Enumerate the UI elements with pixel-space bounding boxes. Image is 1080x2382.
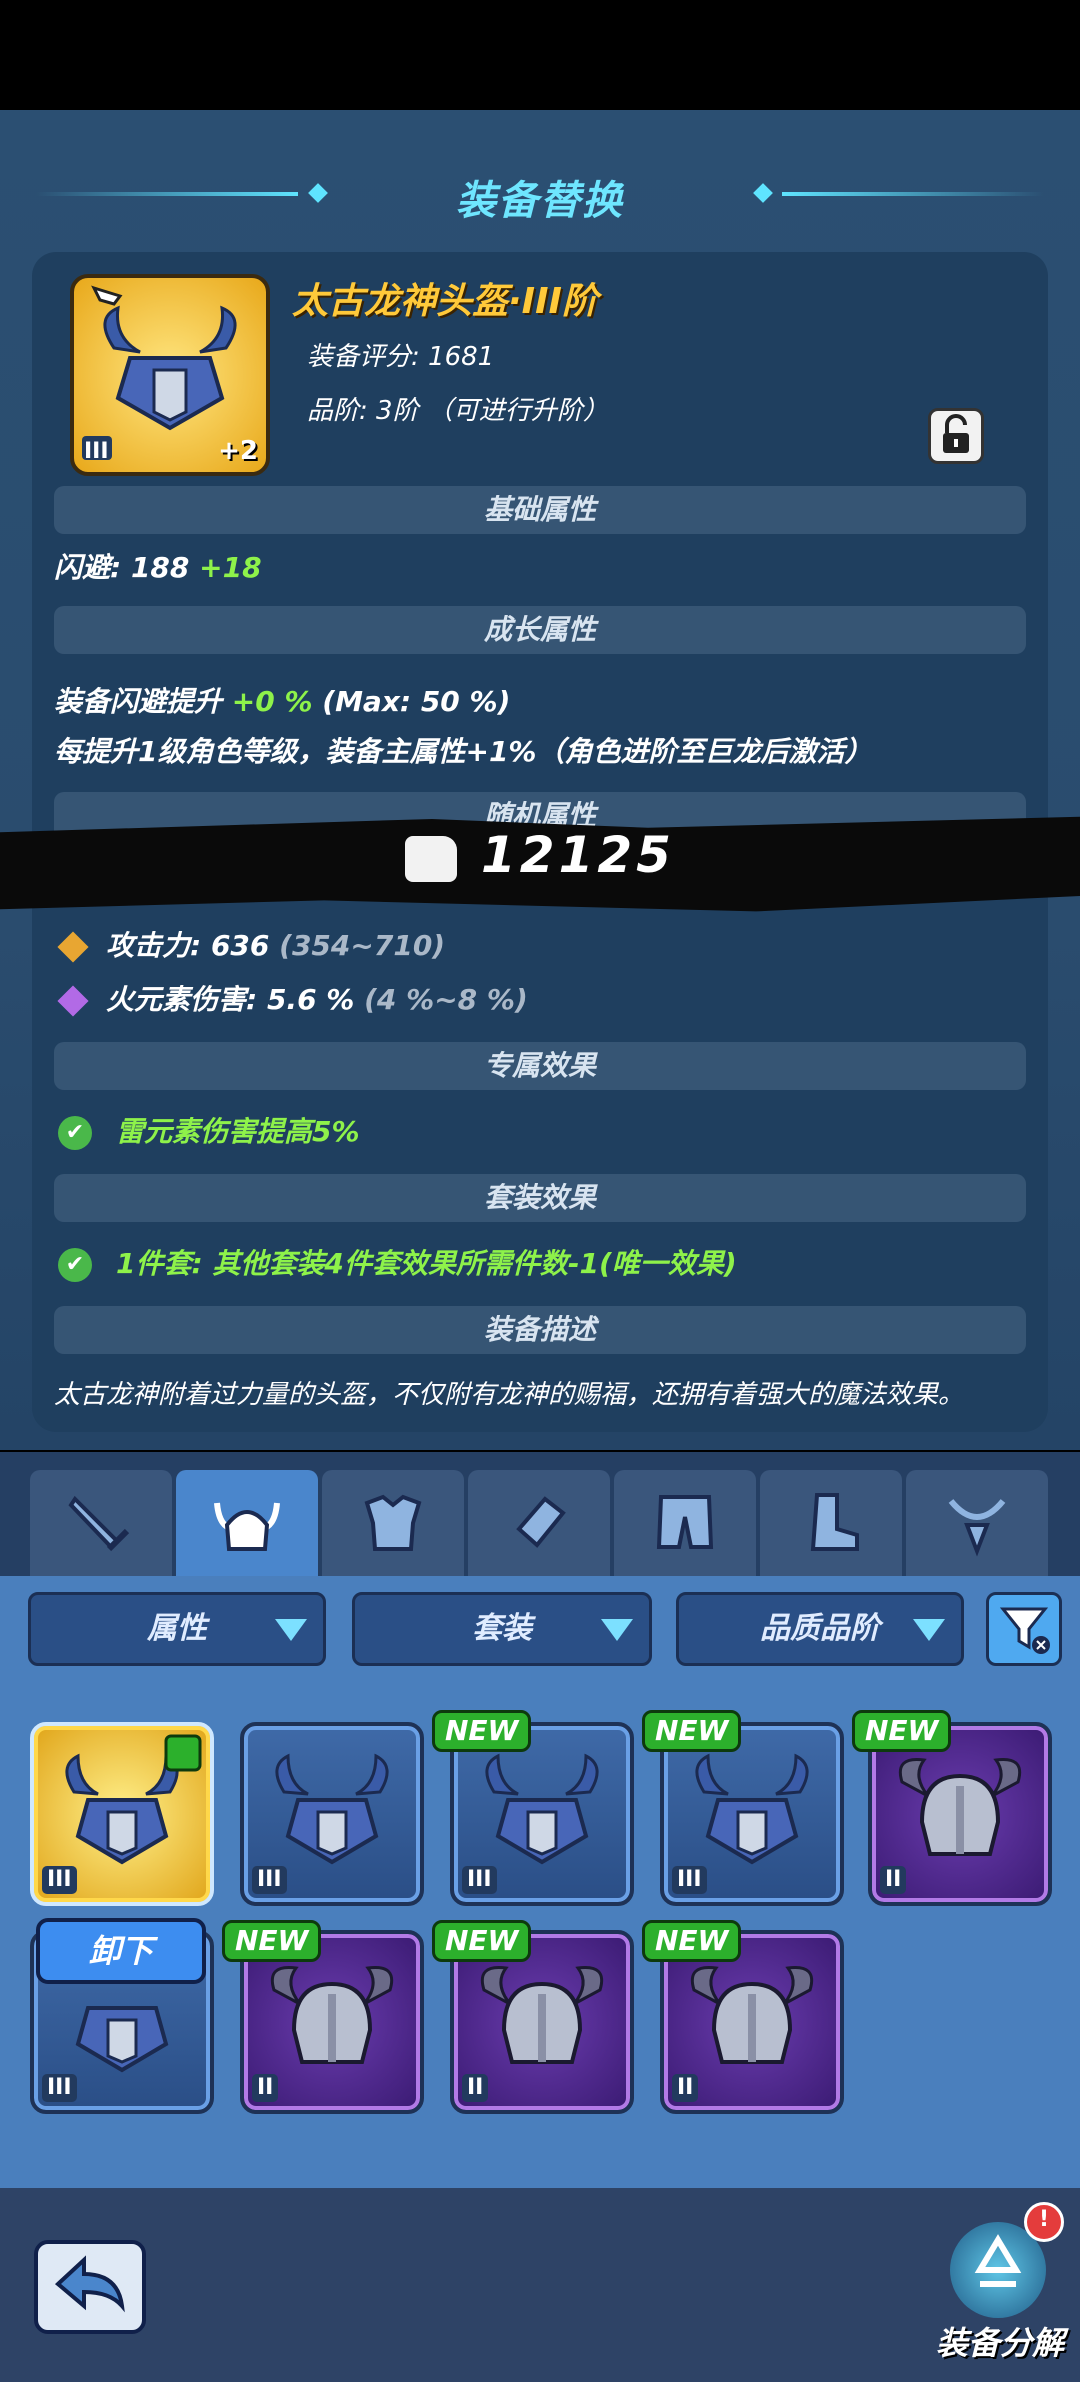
new-badge: NEW: [642, 1920, 742, 1962]
title-line-right: [782, 192, 1044, 196]
new-badge: NEW: [642, 1710, 742, 1752]
exclusive-effect-text: 雷元素伤害提高5%: [116, 1115, 360, 1148]
set-filter-dropdown[interactable]: 套装: [352, 1592, 652, 1666]
section-set-effect: 套装效果: [54, 1174, 1026, 1222]
orange-gem-icon: [57, 931, 89, 963]
chevron-down-icon: [913, 1619, 945, 1641]
inventory-slot[interactable]: III: [240, 1722, 424, 1906]
page-title: 装备替换: [456, 178, 624, 224]
fist-icon: [405, 835, 458, 882]
inventory-slot-equipped[interactable]: III: [30, 1722, 214, 1906]
unequip-button[interactable]: 卸下: [36, 1918, 206, 1984]
item-description: 太古龙神附着过力量的头盔，不仅附有龙神的赐福，还拥有着强大的魔法效果。: [54, 1380, 965, 1410]
section-exclusive-effect: 专属效果: [54, 1042, 1026, 1090]
tab-weapon[interactable]: [30, 1470, 172, 1576]
unlock-icon: [943, 414, 969, 453]
sword-icon: [68, 1495, 130, 1552]
stat-fire-damage: 火元素伤害: 5.6 % (4 %~8 %): [57, 978, 528, 1018]
back-arrow-icon: [54, 2255, 125, 2313]
tab-necklace[interactable]: [906, 1470, 1048, 1576]
slot-tier: III: [462, 1866, 497, 1894]
growth-line-2: 每提升1级角色等级，装备主属性+1%（角色进阶至巨龙后激活）: [54, 735, 873, 768]
slot-tier: III: [672, 1866, 707, 1894]
stat-dodge: 闪避: 188 +18: [54, 546, 262, 586]
tab-bracer[interactable]: [468, 1470, 610, 1576]
bracer-icon: [516, 1496, 566, 1548]
tab-helmet[interactable]: [176, 1470, 318, 1576]
set-effect-text: 1件套: 其他套装4件套效果所需件数-1(唯一效果): [116, 1247, 737, 1280]
title-row: 装备替换: [0, 150, 1080, 240]
set-filter-label: 套装: [472, 1611, 532, 1646]
set-effect: ✔ 1件套: 其他套装4件套效果所需件数-1(唯一效果): [58, 1242, 737, 1282]
section-growth-attributes: 成长属性: [54, 606, 1026, 654]
stat-dodge-value: 闪避: 188: [54, 551, 190, 584]
attribute-filter-label: 属性: [147, 1611, 207, 1646]
section-description: 装备描述: [54, 1306, 1026, 1354]
stat-attack: 攻击力: 636 (354~710): [57, 924, 446, 964]
tab-pants[interactable]: [614, 1470, 756, 1576]
check-icon: ✔: [58, 1116, 92, 1150]
combat-power-value: 12125: [481, 826, 675, 884]
growth-line-1: 装备闪避提升 +0 % (Max: 50 %): [54, 680, 510, 720]
tab-boots[interactable]: [760, 1470, 902, 1576]
section-base-attributes: 基础属性: [54, 486, 1026, 534]
boots-icon: [810, 1493, 859, 1551]
bottom-bar: [0, 2188, 1080, 2382]
item-icon-frame: III +2: [70, 274, 270, 476]
pants-icon: [656, 1495, 714, 1549]
notification-badge: !: [1024, 2202, 1064, 2242]
lock-button[interactable]: [928, 408, 984, 464]
stat-fire-value: 火元素伤害: 5.6 %: [106, 983, 355, 1016]
top-bar: [0, 0, 1080, 110]
exclusive-effect: ✔ 雷元素伤害提高5%: [58, 1110, 360, 1150]
growth-line-1-bonus: +0 %: [231, 685, 313, 718]
growth-line-1-label: 装备闪避提升: [54, 685, 223, 718]
quality-filter-dropdown[interactable]: 品质品阶: [676, 1592, 964, 1666]
slot-tier: III: [42, 1866, 77, 1894]
check-icon: ✔: [58, 1248, 92, 1282]
combat-power: 12125: [0, 826, 1080, 884]
growth-line-1-max: (Max: 50 %): [322, 685, 511, 718]
new-badge: NEW: [432, 1710, 532, 1752]
decompose-label[interactable]: 装备分解: [920, 2318, 1080, 2364]
filter-icon: [999, 1607, 1050, 1654]
item-grade: 品阶: 3阶 （可进行升阶）: [307, 396, 609, 426]
stat-fire-range: (4 %~8 %): [364, 983, 528, 1016]
stat-attack-value: 攻击力: 636: [106, 929, 270, 962]
necklace-icon: [948, 1499, 1006, 1557]
item-plus: +2: [218, 436, 258, 466]
clear-filter-button[interactable]: [986, 1592, 1062, 1666]
slot-tier: II: [880, 1866, 907, 1894]
slot-tier: II: [252, 2074, 279, 2102]
armor-icon: [364, 1494, 422, 1551]
slot-tier: III: [252, 1866, 287, 1894]
new-badge: NEW: [852, 1710, 952, 1752]
helmet-icon: [214, 1502, 280, 1551]
purple-gem-icon: [57, 985, 89, 1017]
tab-armor[interactable]: [322, 1470, 464, 1576]
back-button[interactable]: [34, 2240, 146, 2334]
item-tier: III: [84, 439, 109, 464]
slot-tier: II: [672, 2074, 699, 2102]
slot-tier: II: [462, 2074, 489, 2102]
chevron-down-icon: [601, 1619, 633, 1641]
new-badge: NEW: [432, 1920, 532, 1962]
stat-dodge-bonus: +18: [199, 551, 262, 584]
stat-attack-range: (354~710): [279, 929, 446, 962]
attribute-filter-dropdown[interactable]: 属性: [28, 1592, 326, 1666]
item-name: 太古龙神头盔·III阶: [292, 281, 598, 322]
quality-filter-label: 品质品阶: [760, 1611, 880, 1646]
item-score: 装备评分: 1681: [307, 342, 495, 372]
chevron-down-icon: [275, 1619, 307, 1641]
slot-tier: III: [42, 2074, 77, 2102]
new-badge: NEW: [222, 1920, 322, 1962]
